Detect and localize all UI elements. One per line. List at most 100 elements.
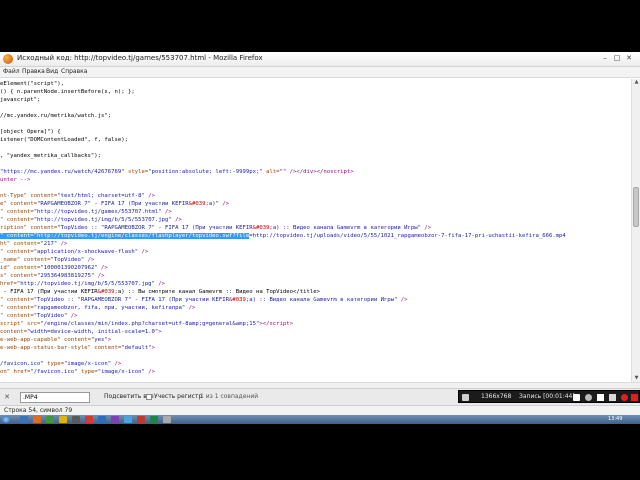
source-line: - FIFA 17 (При участии KEFIR&#039;а) :: …	[0, 288, 320, 296]
source-line: ription" content="TopVideo :: "RAPGAMEOB…	[0, 224, 431, 232]
code-token: />	[144, 369, 155, 375]
scroll-up-icon[interactable]: ▲	[633, 79, 640, 86]
code-token: &#039;	[97, 289, 118, 295]
code-token: >	[107, 337, 112, 343]
source-line: unter -->	[0, 176, 30, 184]
code-token: />	[421, 225, 432, 231]
source-line: " content="TopVideo :: "RAPGAMEOBZOR 7" …	[0, 296, 408, 304]
status-text: Строка 54, символ 79	[4, 407, 73, 414]
close-button[interactable]: ✕	[624, 54, 634, 63]
source-line: on" href="/favicon.ico" type="image/x-ic…	[0, 368, 155, 376]
taskbar-app-icon[interactable]	[98, 416, 106, 423]
code-token: href=	[10, 369, 31, 375]
code-token: [object Opera]") {	[0, 129, 61, 135]
taskbar-app-icon[interactable]	[150, 416, 158, 423]
find-close-icon[interactable]: ✕	[3, 393, 11, 401]
webcam-icon[interactable]	[585, 394, 592, 401]
taskbar-app-icon[interactable]	[124, 416, 132, 423]
code-token: javascript";	[0, 97, 41, 103]
code-token: "http://topvideo.tj/img/b/5/5/553707.jpg…	[33, 217, 172, 223]
code-token: >	[151, 345, 155, 351]
code-token: а)"	[208, 201, 219, 207]
code-token: content=	[26, 225, 58, 231]
code-token: ription"	[0, 225, 27, 231]
code-token: href=	[0, 281, 17, 287]
title-bar[interactable]: Исходный код: http://topvideo.tj/games/5…	[0, 52, 640, 67]
code-token: "TopVideo :: "RAPGAMEOBZOR 7" - FIFA 17 …	[33, 297, 230, 303]
pause-icon[interactable]	[597, 394, 604, 401]
scroll-down-icon[interactable]: ▼	[633, 375, 640, 382]
recorder-panel: 1366x768 Запись [00:01:44]	[458, 390, 640, 403]
code-token: >	[350, 169, 354, 175]
find-input[interactable]: .MP4	[20, 392, 90, 403]
code-token: />	[161, 209, 172, 215]
minimize-button[interactable]: –	[600, 54, 610, 63]
source-line: nt-Type" content="text/html; charset=utf…	[0, 192, 155, 200]
taskbar-app-icon[interactable]	[46, 416, 54, 423]
recorder-time: Запись [00:01:44]	[519, 393, 575, 400]
code-token: "100001390207962"	[40, 265, 98, 271]
code-token: () { n.parentNode.insertBefore(s, n); };	[0, 89, 135, 95]
code-token: "295364983819275"	[37, 273, 95, 279]
taskbar-app-icon[interactable]	[137, 416, 145, 423]
taskbar-app-icon[interactable]	[163, 416, 171, 423]
code-token: content=	[10, 241, 41, 247]
code-token: content=	[6, 201, 38, 207]
code-token: /></div></	[286, 169, 324, 175]
code-token: />	[144, 193, 155, 199]
source-line: eElement("script"),	[0, 80, 64, 88]
code-token: а) :: Видео канала Gamevrm в категории И…	[272, 225, 421, 231]
code-token: />	[57, 241, 68, 247]
window-title: Исходный код: http://topvideo.tj/games/5…	[17, 54, 263, 62]
code-token: _name"	[0, 257, 21, 263]
selected-text: " content="http://topvideo.tj/engine/cla…	[0, 233, 250, 239]
taskbar-app-icon[interactable]	[33, 416, 41, 423]
menu-file[interactable]: Файл	[3, 68, 20, 75]
source-line: e-web-app-capable" content="yes">	[0, 336, 111, 344]
source-line: /favicon.ico" type="image/x-icon" />	[0, 360, 121, 368]
taskbar-app-icon[interactable]	[111, 416, 119, 423]
code-token: e-web-app-capable"	[0, 337, 61, 343]
taskbar-app-icon[interactable]	[85, 416, 93, 423]
code-token: "RAPGAMEOBZOR 7" - FIFA 17 (При участии …	[37, 201, 189, 207]
code-token: content=	[26, 193, 58, 199]
code-token: />	[397, 297, 408, 303]
code-token: style=	[124, 169, 149, 175]
source-line: () { n.parentNode.insertBefore(s, n); };	[0, 88, 135, 96]
taskbar: 13:49	[0, 415, 640, 424]
code-token: >	[158, 329, 162, 335]
source-view[interactable]: eElement("script"), () { n.parentNode.ins…	[0, 79, 631, 382]
code-token: />	[138, 249, 149, 255]
record-icon[interactable]	[621, 394, 628, 401]
firefox-icon	[3, 54, 13, 64]
code-token: &#039;	[188, 201, 209, 207]
code-token: >	[289, 321, 294, 327]
stop-icon[interactable]	[631, 394, 638, 401]
match-case-checkbox[interactable]	[146, 394, 152, 400]
taskbar-app-icon[interactable]	[20, 416, 28, 423]
taskbar-app-icon[interactable]	[59, 416, 67, 423]
menu-help[interactable]: Справка	[61, 68, 87, 75]
code-token: "yes"	[90, 337, 108, 343]
camera-icon[interactable]	[573, 394, 580, 401]
scroll-thumb[interactable]	[633, 187, 639, 227]
code-token: />	[84, 257, 95, 263]
source-line: , "yandex_metrika_callbacks");	[0, 152, 101, 160]
menu-view[interactable]: Вид	[46, 68, 58, 75]
code-token: а) :: Видео канала Gamevrm в категории И…	[249, 297, 398, 303]
start-button-icon[interactable]	[2, 416, 10, 423]
maximize-button[interactable]: □	[612, 54, 622, 63]
pen-icon[interactable]	[609, 394, 616, 401]
code-token: />	[94, 273, 105, 279]
menu-edit[interactable]: Правка	[22, 68, 45, 75]
source-line: id" content="100001390207962" />	[0, 264, 108, 272]
code-token: content=	[3, 209, 34, 215]
screen-icon	[462, 394, 469, 401]
code-token: "http://topvideo.tj/img/b/5/5/553707.jpg…	[16, 281, 155, 287]
vertical-scrollbar[interactable]: ▲ ▼	[631, 79, 640, 382]
code-token: content=	[0, 329, 27, 335]
match-case-label: Учесть регистр	[154, 393, 203, 400]
code-token: "application/x-shockwave-flash"	[33, 249, 139, 255]
code-token: />	[67, 313, 78, 319]
taskbar-app-icon[interactable]	[72, 416, 80, 423]
